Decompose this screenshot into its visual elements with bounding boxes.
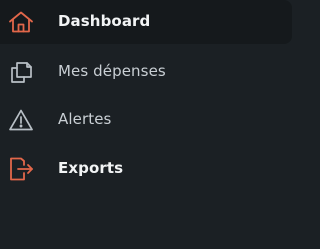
sidebar-item-mes-depenses[interactable]: Mes dépenses	[0, 50, 292, 94]
sidebar-item-alertes[interactable]: Alertes	[0, 98, 292, 142]
sidebar-item-label: Alertes	[58, 110, 112, 128]
warning-icon	[8, 108, 34, 132]
home-icon	[8, 10, 34, 34]
sidebar-item-label: Exports	[58, 159, 124, 177]
copy-icon	[8, 60, 34, 84]
sidebar-item-dashboard[interactable]: Dashboard	[0, 0, 292, 44]
sidebar-item-exports[interactable]: Exports	[0, 147, 292, 191]
sidebar-item-label: Dashboard	[58, 12, 151, 30]
export-icon	[8, 157, 34, 181]
sidebar-nav: Dashboard Mes dépenses Alertes Exports	[0, 0, 300, 249]
sidebar-item-label: Mes dépenses	[58, 62, 166, 80]
